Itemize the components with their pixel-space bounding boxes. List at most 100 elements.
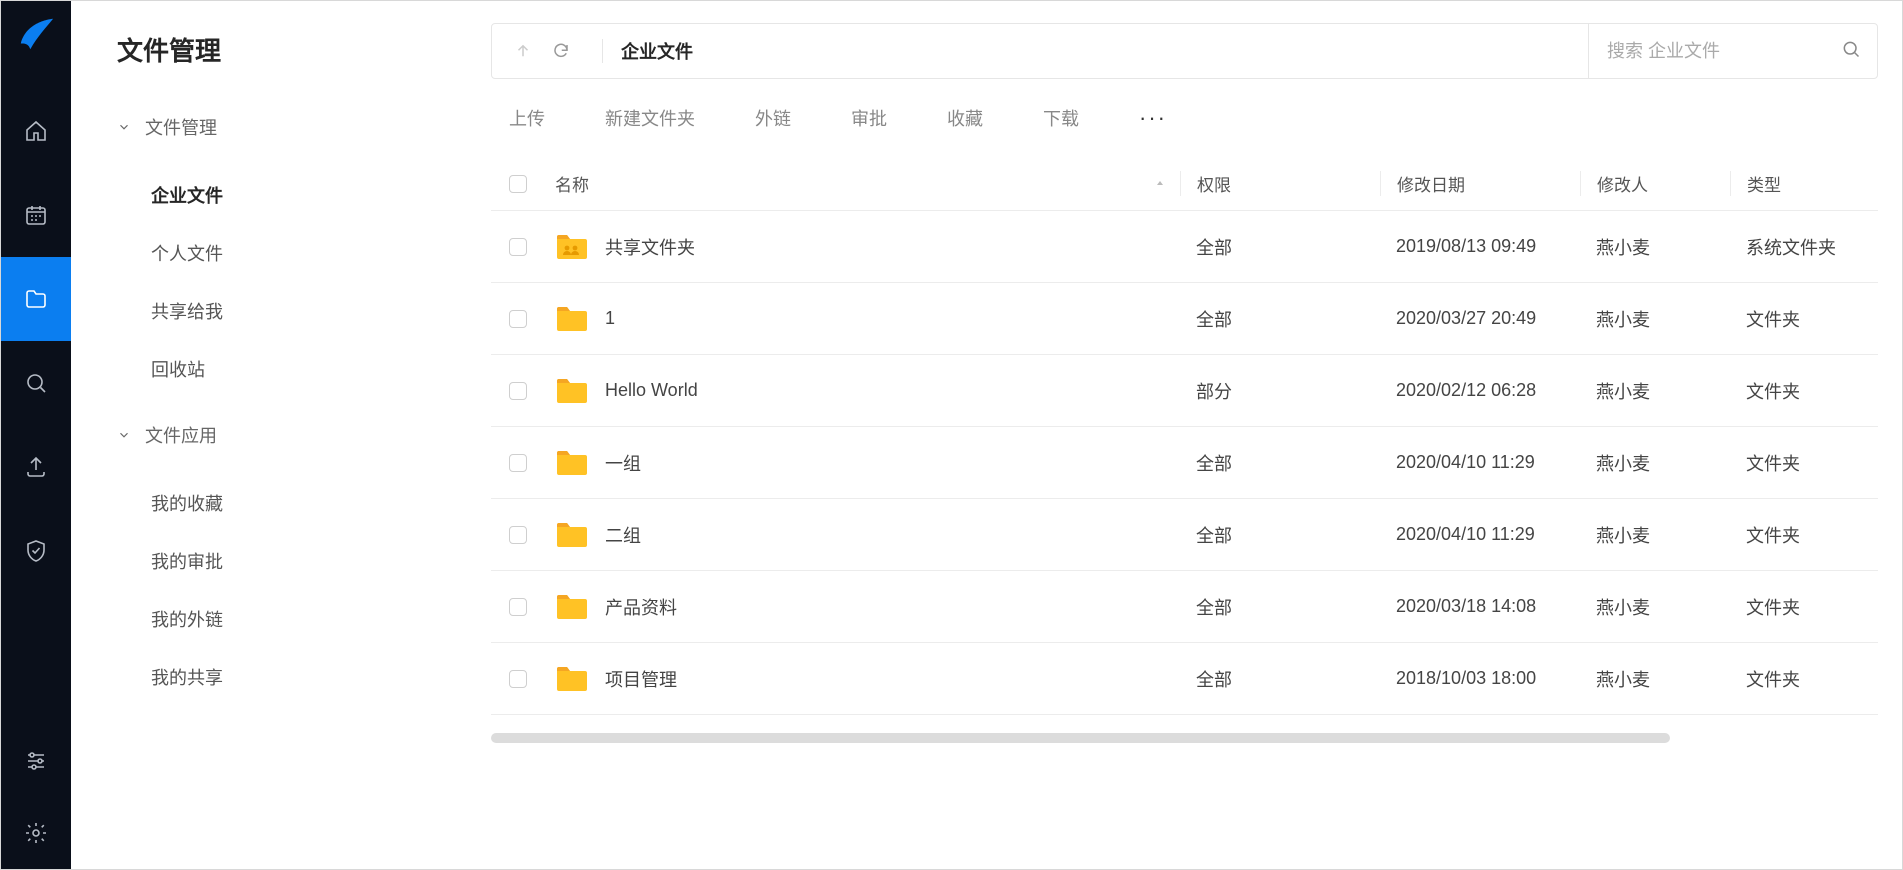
folder-icon <box>555 305 589 333</box>
row-checkbox[interactable] <box>509 310 527 328</box>
main-content: 企业文件 上传 新建文件夹 外链 审批 收藏 下载 ··· 名称 <box>469 1 1902 869</box>
table-row[interactable]: 1 全部 2020/03/27 20:49 燕小麦 文件夹 <box>491 283 1878 355</box>
folder-icon <box>555 233 589 261</box>
row-checkbox[interactable] <box>509 382 527 400</box>
header-user[interactable]: 修改人 <box>1580 171 1730 196</box>
row-type: 文件夹 <box>1730 594 1860 620</box>
topbar: 企业文件 <box>491 23 1878 79</box>
sidenav: 文件管理 文件管理 企业文件 个人文件 共享给我 回收站 文件应用 我的收藏 我… <box>71 1 469 869</box>
row-name: 一组 <box>605 450 641 476</box>
toolbar: 上传 新建文件夹 外链 审批 收藏 下载 ··· <box>491 79 1878 157</box>
row-name: 1 <box>605 308 615 329</box>
nav-group-label: 文件应用 <box>145 422 217 448</box>
row-name: 共享文件夹 <box>605 234 695 260</box>
search-box <box>1588 24 1861 78</box>
row-checkbox[interactable] <box>509 454 527 472</box>
toolbar-favorite[interactable]: 收藏 <box>947 105 983 131</box>
folder-icon <box>555 377 589 405</box>
nav-item-enterprise-files[interactable]: 企业文件 <box>117 166 429 224</box>
nav-item-my-shares[interactable]: 我的共享 <box>117 648 429 706</box>
nav-item-recycle-bin[interactable]: 回收站 <box>117 340 429 398</box>
rail-calendar-icon[interactable] <box>1 173 71 257</box>
row-user: 燕小麦 <box>1580 666 1730 692</box>
rail-sliders-icon[interactable] <box>1 725 71 797</box>
table-row[interactable]: 一组 全部 2020/04/10 11:29 燕小麦 文件夹 <box>491 427 1878 499</box>
row-user: 燕小麦 <box>1580 450 1730 476</box>
toolbar-new-folder[interactable]: 新建文件夹 <box>605 105 695 131</box>
toolbar-upload[interactable]: 上传 <box>509 105 545 131</box>
header-perm[interactable]: 权限 <box>1180 171 1380 196</box>
rail-files-icon[interactable] <box>1 257 71 341</box>
row-type: 文件夹 <box>1730 666 1860 692</box>
row-date: 2020/04/10 11:29 <box>1380 524 1580 545</box>
row-perm: 全部 <box>1180 306 1380 332</box>
folder-icon <box>555 449 589 477</box>
nav-item-my-links[interactable]: 我的外链 <box>117 590 429 648</box>
rail-home-icon[interactable] <box>1 89 71 173</box>
nav-up-icon <box>508 36 538 66</box>
header-type[interactable]: 类型 <box>1730 171 1860 196</box>
rail-search-icon[interactable] <box>1 341 71 425</box>
breadcrumb[interactable]: 企业文件 <box>621 38 693 64</box>
folder-icon <box>555 521 589 549</box>
row-name: 二组 <box>605 522 641 548</box>
row-type: 文件夹 <box>1730 378 1860 404</box>
row-perm: 全部 <box>1180 450 1380 476</box>
row-checkbox[interactable] <box>509 598 527 616</box>
search-icon[interactable] <box>1841 39 1861 64</box>
row-name: Hello World <box>605 380 698 401</box>
table-row[interactable]: 产品资料 全部 2020/03/18 14:08 燕小麦 文件夹 <box>491 571 1878 643</box>
rail-settings-icon[interactable] <box>1 797 71 869</box>
table-row[interactable]: 项目管理 全部 2018/10/03 18:00 燕小麦 文件夹 <box>491 643 1878 715</box>
header-date[interactable]: 修改日期 <box>1380 171 1580 196</box>
nav-group-label: 文件管理 <box>145 114 217 140</box>
rail-upload-icon[interactable] <box>1 425 71 509</box>
rail-shield-icon[interactable] <box>1 509 71 593</box>
row-name: 产品资料 <box>605 594 677 620</box>
row-type: 文件夹 <box>1730 306 1860 332</box>
row-user: 燕小麦 <box>1580 594 1730 620</box>
table-body: 共享文件夹 全部 2019/08/13 09:49 燕小麦 系统文件夹 1 全部… <box>491 211 1878 715</box>
nav-item-my-approvals[interactable]: 我的审批 <box>117 532 429 590</box>
row-checkbox[interactable] <box>509 670 527 688</box>
select-all-checkbox[interactable] <box>509 175 527 193</box>
nav-item-personal-files[interactable]: 个人文件 <box>117 224 429 282</box>
refresh-icon[interactable] <box>546 36 576 66</box>
folder-icon <box>555 593 589 621</box>
row-user: 燕小麦 <box>1580 378 1730 404</box>
row-date: 2020/04/10 11:29 <box>1380 452 1580 473</box>
nav-item-shared-with-me[interactable]: 共享给我 <box>117 282 429 340</box>
row-date: 2018/10/03 18:00 <box>1380 668 1580 689</box>
table-row[interactable]: 二组 全部 2020/04/10 11:29 燕小麦 文件夹 <box>491 499 1878 571</box>
folder-icon <box>555 665 589 693</box>
scrollbar-thumb[interactable] <box>491 733 1670 743</box>
toolbar-approval[interactable]: 审批 <box>851 105 887 131</box>
row-perm: 全部 <box>1180 594 1380 620</box>
nav-group-file-mgmt[interactable]: 文件管理 <box>117 114 429 140</box>
chevron-down-icon <box>117 120 131 134</box>
header-name[interactable]: 名称 <box>555 171 1180 196</box>
row-perm: 全部 <box>1180 234 1380 260</box>
row-perm: 全部 <box>1180 666 1380 692</box>
table-row[interactable]: Hello World 部分 2020/02/12 06:28 燕小麦 文件夹 <box>491 355 1878 427</box>
row-date: 2020/03/18 14:08 <box>1380 596 1580 617</box>
table-header: 名称 权限 修改日期 修改人 类型 <box>491 157 1878 211</box>
icon-rail <box>1 1 71 869</box>
app-logo <box>17 15 55 53</box>
horizontal-scrollbar[interactable] <box>491 733 1878 743</box>
toolbar-download[interactable]: 下载 <box>1043 105 1079 131</box>
row-type: 文件夹 <box>1730 450 1860 476</box>
nav-group-file-apps[interactable]: 文件应用 <box>117 422 429 448</box>
table-row[interactable]: 共享文件夹 全部 2019/08/13 09:49 燕小麦 系统文件夹 <box>491 211 1878 283</box>
search-input[interactable] <box>1607 41 1827 62</box>
row-checkbox[interactable] <box>509 526 527 544</box>
chevron-down-icon <box>117 428 131 442</box>
row-user: 燕小麦 <box>1580 522 1730 548</box>
row-checkbox[interactable] <box>509 238 527 256</box>
toolbar-share-link[interactable]: 外链 <box>755 105 791 131</box>
toolbar-more-icon[interactable]: ··· <box>1139 105 1167 131</box>
separator <box>602 39 603 63</box>
row-user: 燕小麦 <box>1580 234 1730 260</box>
row-type: 文件夹 <box>1730 522 1860 548</box>
nav-item-my-favorites[interactable]: 我的收藏 <box>117 474 429 532</box>
